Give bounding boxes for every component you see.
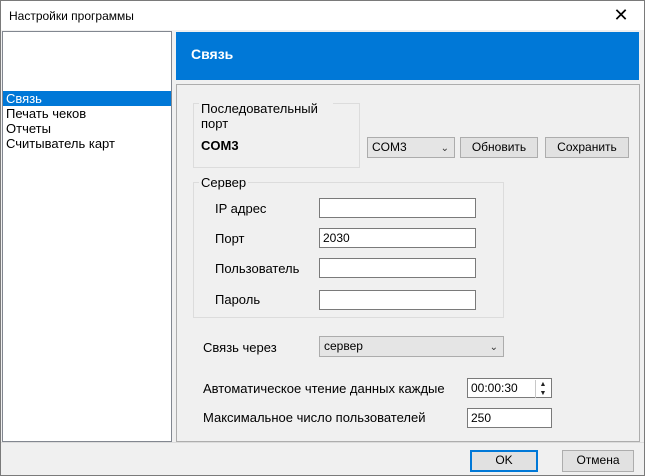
sidebar: Связь Печать чеков Отчеты Считыватель ка… [2,31,172,442]
footer-divider [1,442,644,443]
chevron-down-icon: ⌄ [489,342,498,353]
sidebar-item-connection[interactable]: Связь [3,91,171,106]
settings-window: Настройки программы ✕ Связь Печать чеков… [0,0,645,476]
sidebar-item-receipt-printing[interactable]: Печать чеков [3,106,171,121]
chevron-down-icon: ⌄ [440,143,449,154]
connection-via-value: сервер [324,339,363,353]
spin-up-icon[interactable]: ▲ [536,380,550,389]
sidebar-item-card-reader[interactable]: Считыватель карт [3,136,171,151]
port-input[interactable] [319,228,476,248]
port-label: Порт [215,231,245,246]
save-button[interactable]: Сохранить [545,137,629,158]
max-users-input[interactable] [467,408,552,428]
refresh-button[interactable]: Обновить [460,137,538,158]
connection-via-label: Связь через [203,340,277,355]
section-header: Связь [176,32,639,80]
serial-port-group-label: Последовательный порт [199,101,333,131]
cancel-button[interactable]: Отмена [562,450,634,472]
password-label: Пароль [215,292,261,307]
title-bar: Настройки программы ✕ [1,1,644,30]
user-input[interactable] [319,258,476,278]
server-group-label: Сервер [199,175,249,190]
auto-read-time-input[interactable]: 00:00:30 ▲ ▼ [467,378,552,398]
ip-address-label: IP адрес [215,201,267,216]
close-icon[interactable]: ✕ [598,1,644,30]
serial-port-select-value: COM3 [372,140,407,154]
time-spinner[interactable]: ▲ ▼ [535,380,550,398]
max-users-label: Максимальное число пользователей [203,410,426,425]
page-title: Связь [191,46,234,62]
ip-address-input[interactable] [319,198,476,218]
serial-port-select[interactable]: COM3 ⌄ [367,137,455,158]
spin-down-icon[interactable]: ▼ [536,389,550,398]
password-input[interactable] [319,290,476,310]
settings-panel: Последовательный порт COM3 COM3 ⌄ Обнови… [176,84,640,442]
window-title: Настройки программы [9,9,134,23]
serial-port-value: COM3 [201,138,239,153]
auto-read-label: Автоматическое чтение данных каждые [203,381,445,396]
connection-via-select[interactable]: сервер ⌄ [319,336,504,357]
sidebar-item-reports[interactable]: Отчеты [3,121,171,136]
auto-read-time-value: 00:00:30 [471,381,518,395]
user-label: Пользователь [215,261,300,276]
ok-button[interactable]: OK [470,450,538,472]
